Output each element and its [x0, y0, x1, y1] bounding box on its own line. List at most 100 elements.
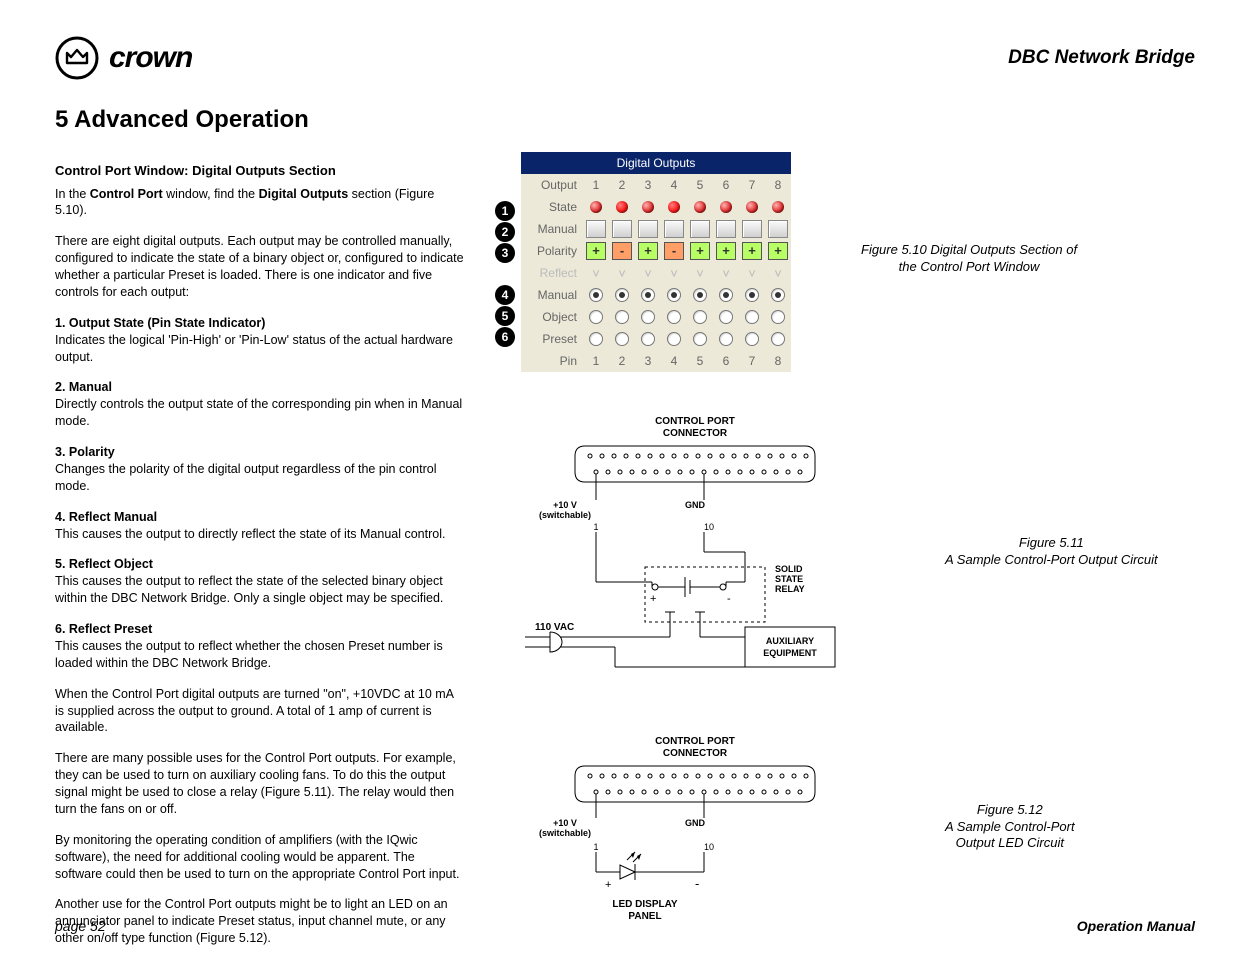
reflect-object-radio[interactable]: [745, 310, 759, 324]
callout-6: 6: [495, 327, 515, 347]
item-1-head: 1. Output State (Pin State Indicator): [55, 315, 465, 332]
svg-text:CONTROL PORT: CONTROL PORT: [655, 736, 735, 747]
manual-button[interactable]: [664, 220, 684, 238]
item-5-body: This causes the output to reflect the st…: [55, 573, 465, 607]
item-4-body: This causes the output to directly refle…: [55, 526, 465, 543]
svg-text:-: -: [695, 876, 699, 891]
reflect-object-radio[interactable]: [667, 310, 681, 324]
polarity-button[interactable]: -: [664, 242, 684, 260]
page-number: page 52: [55, 918, 106, 934]
brand-word: crown: [109, 41, 192, 75]
reflect-preset-radio[interactable]: [667, 332, 681, 346]
item-2-body: Directly controls the output state of th…: [55, 396, 465, 430]
reflect-preset-radio[interactable]: [719, 332, 733, 346]
polarity-button[interactable]: +: [586, 242, 606, 260]
svg-text:+10 V: +10 V: [553, 500, 577, 510]
callout-5: 5: [495, 306, 515, 326]
reflect-manual-radio[interactable]: [719, 288, 733, 302]
polarity-button[interactable]: +: [690, 242, 710, 260]
item-5-head: 5. Reflect Object: [55, 556, 465, 573]
reflect-preset-radio[interactable]: [771, 332, 785, 346]
svg-text:+10 V: +10 V: [553, 818, 577, 828]
reflect-object-radio[interactable]: [719, 310, 733, 324]
reflect-object-radio[interactable]: [615, 310, 629, 324]
polarity-button[interactable]: +: [716, 242, 736, 260]
svg-text:+: +: [605, 879, 611, 891]
figure-5-10-caption: Figure 5.10 Digital Outputs Section of t…: [861, 242, 1077, 276]
callout-4: 4: [495, 285, 515, 305]
footer-title: Operation Manual: [1077, 918, 1195, 934]
item-6-body: This causes the output to reflect whethe…: [55, 638, 465, 672]
reflect-manual-radio[interactable]: [745, 288, 759, 302]
manual-button[interactable]: [638, 220, 658, 238]
para-monitor: By monitoring the operating condition of…: [55, 832, 465, 883]
reflect-manual-radio[interactable]: [771, 288, 785, 302]
svg-text:10: 10: [704, 522, 714, 532]
reflect-manual-radio[interactable]: [693, 288, 707, 302]
item-6-head: 6. Reflect Preset: [55, 621, 465, 638]
svg-text:SOLID: SOLID: [775, 564, 803, 574]
reflect-manual-radio[interactable]: [615, 288, 629, 302]
col-header-output: Output: [521, 174, 583, 196]
svg-text:CONNECTOR: CONNECTOR: [663, 428, 728, 439]
manual-button[interactable]: [586, 220, 606, 238]
intro-para-2: There are eight digital outputs. Each ou…: [55, 233, 465, 301]
item-4-head: 4. Reflect Manual: [55, 509, 465, 526]
reflect-manual-radio[interactable]: [667, 288, 681, 302]
row-manual-btn: Manual: [521, 218, 791, 240]
item-3-body: Changes the polarity of the digital outp…: [55, 461, 465, 495]
callout-2: 2: [495, 222, 515, 242]
subsection-heading: Control Port Window: Digital Outputs Sec…: [55, 162, 465, 180]
reflect-preset-radio[interactable]: [745, 332, 759, 346]
svg-text:GND: GND: [685, 500, 706, 510]
reflect-preset-radio[interactable]: [641, 332, 655, 346]
svg-text:GND: GND: [685, 818, 706, 828]
polarity-button[interactable]: +: [742, 242, 762, 260]
reflect-preset-radio[interactable]: [693, 332, 707, 346]
item-2-head: 2. Manual: [55, 379, 465, 396]
figure-5-11-caption: Figure 5.11 A Sample Control-Port Output…: [945, 535, 1158, 569]
row-reflect-manual: Manual: [521, 284, 791, 306]
reflect-manual-radio[interactable]: [641, 288, 655, 302]
polarity-button[interactable]: -: [612, 242, 632, 260]
item-3-head: 3. Polarity: [55, 444, 465, 461]
svg-text:-: -: [727, 593, 731, 605]
manual-button[interactable]: [742, 220, 762, 238]
figure-5-11-schematic: CONTROL PORT CONNECTOR: [495, 412, 875, 692]
svg-text:10: 10: [704, 842, 714, 852]
reflect-preset-radio[interactable]: [615, 332, 629, 346]
row-reflect-preset: Preset: [521, 328, 791, 350]
reflect-object-radio[interactable]: [641, 310, 655, 324]
svg-text:110 VAC: 110 VAC: [535, 622, 574, 633]
panel-title: Digital Outputs: [521, 152, 791, 174]
reflect-object-radio[interactable]: [693, 310, 707, 324]
svg-text:LED DISPLAY: LED DISPLAY: [612, 899, 678, 910]
row-reflect-object: Object: [521, 306, 791, 328]
svg-text:EQUIPMENT: EQUIPMENT: [763, 648, 817, 658]
svg-text:STATE: STATE: [775, 574, 803, 584]
polarity-button[interactable]: +: [638, 242, 658, 260]
row-polarity: Polarity + - + - + + + +: [521, 240, 791, 262]
manual-button[interactable]: [768, 220, 788, 238]
pin-label: Pin: [521, 350, 583, 372]
crown-logo-icon: [55, 36, 99, 80]
svg-text:(switchable): (switchable): [539, 510, 591, 520]
figure-5-12-caption: Figure 5.12 A Sample Control-Port Output…: [945, 802, 1075, 853]
reflect-object-radio[interactable]: [771, 310, 785, 324]
row-reflect: Reflect ˅˅˅˅ ˅˅˅˅: [521, 262, 791, 284]
reflect-manual-radio[interactable]: [589, 288, 603, 302]
manual-button[interactable]: [690, 220, 710, 238]
polarity-button[interactable]: +: [768, 242, 788, 260]
reflect-object-radio[interactable]: [589, 310, 603, 324]
manual-button[interactable]: [612, 220, 632, 238]
svg-text:CONNECTOR: CONNECTOR: [663, 748, 728, 759]
callout-1: 1: [495, 201, 515, 221]
para-uses: There are many possible uses for the Con…: [55, 750, 465, 818]
callout-3: 3: [495, 243, 515, 263]
manual-button[interactable]: [716, 220, 736, 238]
svg-text:AUXILIARY: AUXILIARY: [766, 636, 814, 646]
svg-text:1: 1: [593, 842, 598, 852]
item-1-body: Indicates the logical 'Pin-High' or 'Pin…: [55, 332, 465, 366]
reflect-preset-radio[interactable]: [589, 332, 603, 346]
intro-para-1: In the Control Port window, find the Dig…: [55, 186, 465, 220]
